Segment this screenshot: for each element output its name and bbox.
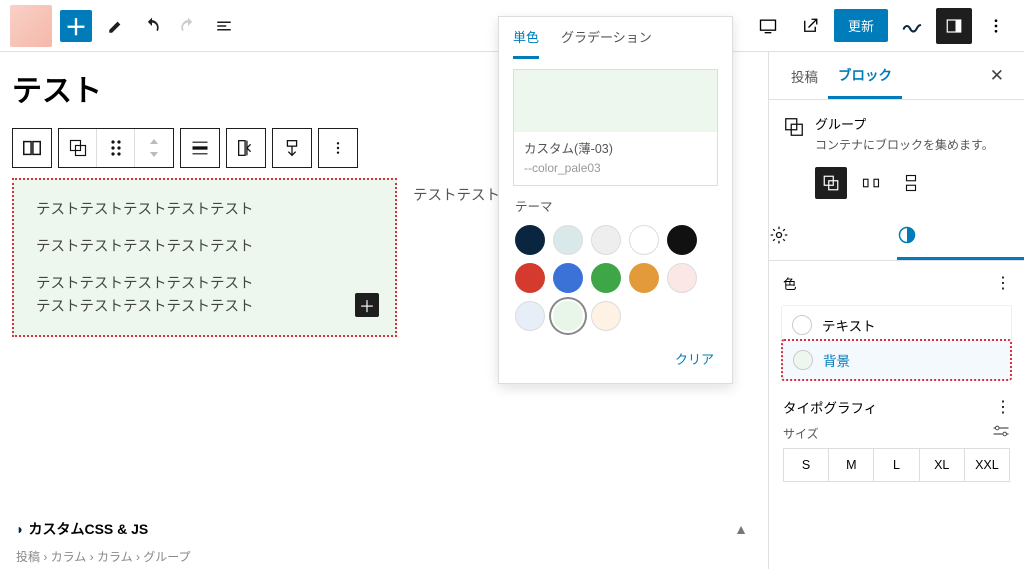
text-color-swatch xyxy=(792,315,812,335)
color-swatch[interactable] xyxy=(667,263,697,293)
color-swatch[interactable] xyxy=(515,225,545,255)
layout-stack-icon[interactable] xyxy=(895,167,927,199)
site-avatar[interactable] xyxy=(10,5,52,47)
align-icon[interactable] xyxy=(181,129,219,167)
font-size-buttons: S M L XL XXL xyxy=(783,448,1010,482)
color-swatch[interactable] xyxy=(591,225,621,255)
swell-icon: ◗ xyxy=(16,521,24,537)
add-block-button[interactable]: ＋ xyxy=(60,10,92,42)
edit-mode-icon[interactable] xyxy=(98,8,134,44)
undo-icon[interactable] xyxy=(134,8,170,44)
settings-subtabs xyxy=(769,213,1024,261)
color-picker-popover: 単色 グラデーション カスタム(薄-03) --color_pale03 テーマ… xyxy=(498,16,733,384)
brand-swell-icon[interactable] xyxy=(894,8,930,44)
color-swatch-selected[interactable] xyxy=(553,301,583,331)
theme-colors-label: テーマ xyxy=(499,186,732,221)
close-sidebar-icon[interactable]: ✕ xyxy=(982,58,1012,94)
select-parent-icon[interactable] xyxy=(59,129,97,167)
color-background-row[interactable]: 背景 xyxy=(781,339,1012,381)
color-swatch[interactable] xyxy=(553,263,583,293)
update-button[interactable]: 更新 xyxy=(834,9,888,42)
tab-solid-color[interactable]: 単色 xyxy=(513,27,539,59)
column-block-icon[interactable] xyxy=(13,129,51,167)
background-color-swatch xyxy=(793,350,813,370)
paragraph[interactable]: テストテストテストテストテスト xyxy=(36,272,379,293)
theme-color-grid xyxy=(499,221,732,339)
tab-block[interactable]: ブロック xyxy=(828,52,902,99)
size-xl[interactable]: XL xyxy=(920,449,965,481)
layout-row-icon[interactable] xyxy=(855,167,887,199)
group-layout-variants xyxy=(769,163,1024,213)
size-m[interactable]: M xyxy=(829,449,874,481)
chevron-up-icon: ▲ xyxy=(734,521,748,537)
color-options-icon[interactable]: ⋮ xyxy=(995,273,1010,293)
paragraph[interactable]: テストテストテストテストテスト xyxy=(36,235,379,256)
redo-icon[interactable] xyxy=(170,8,206,44)
block-info: グループ コンテナにブロックを集めます。 xyxy=(769,100,1024,163)
group-block-icon xyxy=(783,116,805,138)
typography-section: タイポグラフィ ⋮ サイズ S M L XL XXL xyxy=(769,387,1024,492)
top-right-tools: 更新 xyxy=(750,8,1014,44)
inline-add-block-button[interactable]: ＋ xyxy=(355,293,379,317)
block-name: グループ xyxy=(815,114,994,133)
color-swatch[interactable] xyxy=(515,301,545,331)
swatch-color-box xyxy=(514,70,717,132)
sidebar-tabs: 投稿 ブロック ✕ xyxy=(769,52,1024,100)
settings-sidebar: 投稿 ブロック ✕ グループ コンテナにブロックを集めます。 色 ⋮ テキスト … xyxy=(768,52,1024,569)
selected-swatch-preview[interactable]: カスタム(薄-03) --color_pale03 xyxy=(513,69,718,186)
color-text-row[interactable]: テキスト xyxy=(781,305,1012,339)
color-swatch[interactable] xyxy=(515,263,545,293)
block-options-icon[interactable] xyxy=(319,129,357,167)
size-l[interactable]: L xyxy=(874,449,919,481)
width-icon[interactable] xyxy=(273,129,311,167)
vertical-align-icon[interactable] xyxy=(227,129,265,167)
device-preview-icon[interactable] xyxy=(750,8,786,44)
color-swatch[interactable] xyxy=(591,263,621,293)
tab-post[interactable]: 投稿 xyxy=(781,54,828,98)
block-description: コンテナにブロックを集めます。 xyxy=(815,136,994,153)
layout-group-icon[interactable] xyxy=(815,167,847,199)
size-s[interactable]: S xyxy=(784,449,829,481)
tab-settings-icon[interactable] xyxy=(769,213,897,260)
color-swatch[interactable] xyxy=(629,263,659,293)
typography-label: タイポグラフィ xyxy=(783,397,877,417)
color-swatch[interactable] xyxy=(629,225,659,255)
move-up-down-icon[interactable] xyxy=(135,129,173,167)
paragraph[interactable]: テストテストテストテストテスト xyxy=(36,295,254,316)
block-breadcrumb[interactable]: 投稿 › カラム › カラム › グループ xyxy=(16,548,191,565)
more-menu-icon[interactable] xyxy=(978,8,1014,44)
color-section-header: 色 ⋮ xyxy=(769,261,1024,305)
size-toggle-icon[interactable] xyxy=(992,425,1010,442)
move-handle-icon[interactable] xyxy=(97,129,135,167)
column-1-selected[interactable]: テストテストテストテストテスト テストテストテストテストテスト テストテストテス… xyxy=(12,178,397,337)
settings-sidebar-toggle-icon[interactable] xyxy=(936,8,972,44)
external-link-icon[interactable] xyxy=(792,8,828,44)
typography-options-icon[interactable]: ⋮ xyxy=(995,397,1010,417)
tab-gradient[interactable]: グラデーション xyxy=(561,27,652,59)
paragraph[interactable]: テストテストテストテストテスト xyxy=(36,198,379,219)
tab-styles-icon[interactable] xyxy=(897,213,1024,260)
custom-css-panel-toggle[interactable]: ◗カスタムCSS & JS ▲ xyxy=(16,519,748,539)
color-swatch[interactable] xyxy=(553,225,583,255)
color-swatch[interactable] xyxy=(667,225,697,255)
popover-tabs: 単色 グラデーション xyxy=(499,17,732,59)
document-outline-icon[interactable] xyxy=(206,8,242,44)
color-swatch[interactable] xyxy=(591,301,621,331)
clear-color-link[interactable]: クリア xyxy=(675,352,714,367)
size-xxl[interactable]: XXL xyxy=(965,449,1009,481)
swatch-meta: カスタム(薄-03) --color_pale03 xyxy=(514,132,717,185)
size-label: サイズ xyxy=(783,425,819,442)
